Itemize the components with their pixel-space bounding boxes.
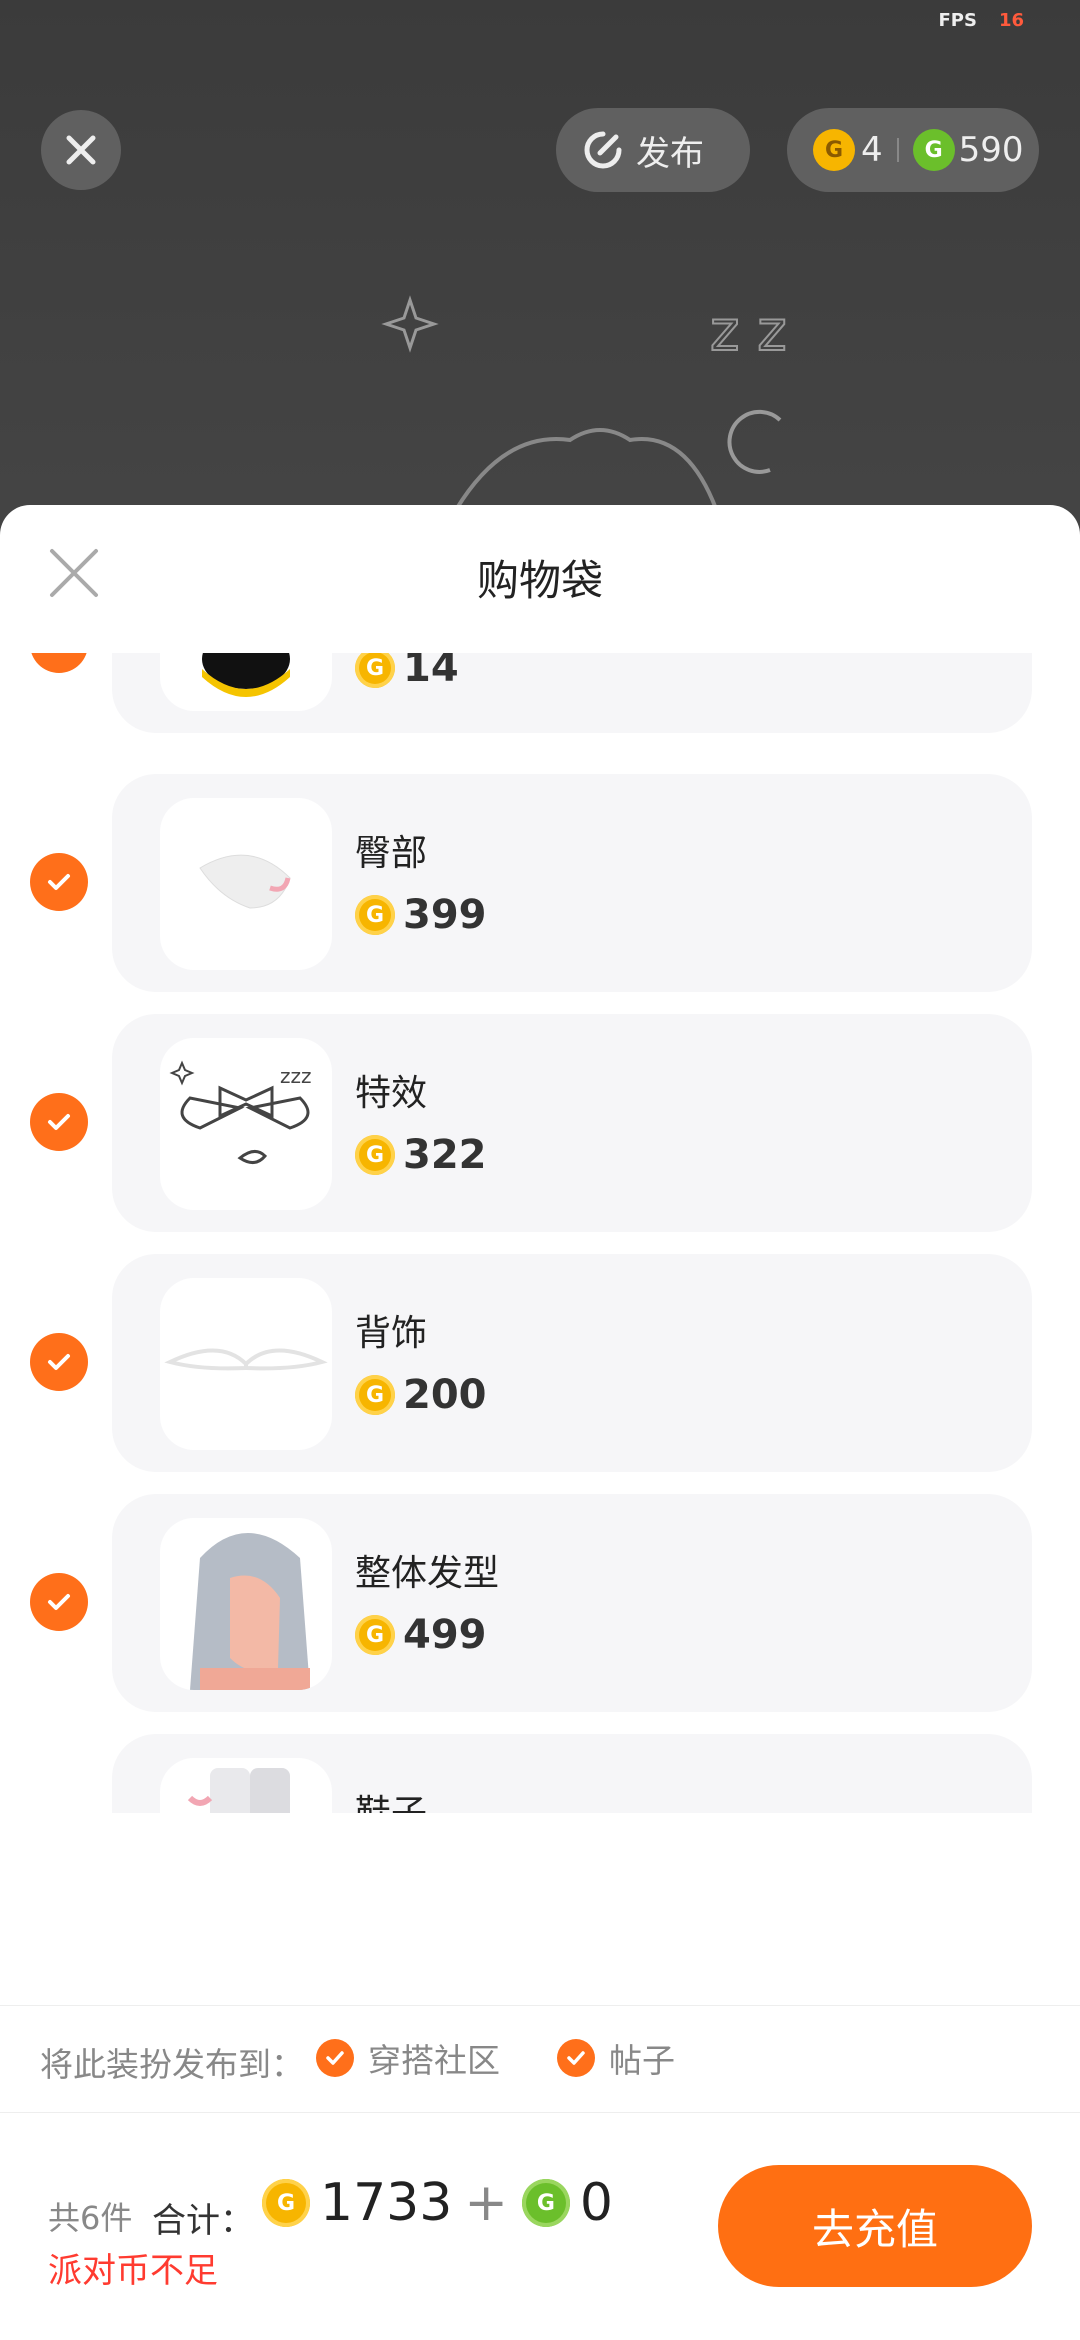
fps-counter: FPS 16: [938, 10, 1024, 31]
shopping-bag-sheet: 购物袋 G 14 臀部 G 399 zzz 特效 G 322 背饰 G 200 …: [0, 505, 1080, 2340]
gold-coin-icon: G: [355, 1615, 395, 1655]
green-coin-icon: G: [912, 129, 955, 171]
item-name: 臀部: [355, 833, 428, 874]
check-icon: [557, 2039, 595, 2077]
item-thumbnail: [160, 798, 332, 970]
check-icon: [48, 874, 70, 890]
green-total: 0: [579, 2173, 614, 2233]
item-thumbnail: zzz: [160, 1038, 332, 1210]
green-coin-icon: G: [521, 2179, 570, 2227]
green-coin-count: 590: [958, 130, 1024, 170]
gold-coin-count: 4: [861, 130, 883, 170]
check-icon: [316, 2039, 354, 2077]
item-count: 共6件: [48, 2199, 133, 2237]
insufficient-coins-warning: 派对币不足: [48, 2251, 218, 2291]
publish-to-label: 将此装扮发布到：: [40, 2045, 304, 2084]
total-label: 合计：: [152, 2201, 254, 2241]
svg-text:zzz: zzz: [280, 1064, 312, 1088]
divider: [896, 138, 899, 162]
item-price: G 14: [355, 653, 459, 691]
tail-icon: [199, 854, 291, 909]
item-name: 整体发型: [355, 1553, 500, 1594]
boots-icon: [187, 1768, 290, 1813]
gold-coin-icon: G: [355, 895, 395, 935]
sheet-title: 购物袋: [476, 556, 603, 605]
scene-sketch-icon: z z: [381, 295, 788, 520]
cart-item[interactable]: 鞋子 G 299: [112, 1734, 1032, 1813]
publish-option-community[interactable]: 穿搭社区: [316, 2034, 500, 2082]
hair-icon: [190, 1533, 310, 1690]
item-thumbnail: [160, 1758, 332, 1813]
total-price: G 1733 + G 0: [262, 2173, 613, 2233]
gold-coin-icon: G: [262, 2179, 310, 2227]
close-icon: [66, 135, 96, 165]
item-thumbnail: [160, 653, 332, 711]
cart-item[interactable]: 臀部 G 399: [112, 774, 1032, 992]
close-scene-button[interactable]: [41, 110, 121, 190]
ball-icon: [202, 653, 290, 697]
item-thumbnail: [160, 1518, 332, 1690]
cart-item[interactable]: G 14: [112, 653, 1032, 733]
cart-item-list[interactable]: G 14 臀部 G 399 zzz 特效 G 322 背饰 G 200 整体发型…: [0, 653, 1080, 1813]
publish-label: 发布: [636, 133, 704, 174]
item-price: G 499: [355, 1612, 487, 1658]
publish-button[interactable]: 发布: [556, 108, 750, 192]
gold-coin-icon: G: [355, 1135, 395, 1175]
effect-icon: zzz: [169, 1060, 312, 1164]
item-checkbox[interactable]: [30, 1333, 88, 1391]
recharge-button[interactable]: 去充值: [718, 2165, 1032, 2287]
gold-coin-icon: G: [813, 129, 855, 171]
checkout-footer: 共6件 合计： G 1733 + G 0 派对币不足 去充值: [0, 2111, 1080, 2340]
wings-icon: [164, 1348, 328, 1371]
item-price: G 399: [355, 892, 487, 938]
item-name: 鞋子: [355, 1784, 427, 1813]
gold-coin-icon: G: [355, 653, 395, 688]
item-name: 背饰: [355, 1313, 428, 1354]
check-icon: [48, 1594, 70, 1610]
item-checkbox[interactable]: [30, 1573, 88, 1631]
publish-option-post[interactable]: 帖子: [557, 2034, 675, 2082]
cart-item[interactable]: 背饰 G 200: [112, 1254, 1032, 1472]
scene-background: FPS 16 发布 G 4 G 590 z z: [0, 0, 1080, 560]
item-checkbox[interactable]: [30, 853, 88, 911]
cart-item[interactable]: zzz 特效 G 322: [112, 1014, 1032, 1232]
publish-icon: [584, 131, 622, 169]
item-name: 特效: [355, 1073, 428, 1114]
cart-item[interactable]: 整体发型 G 499: [112, 1494, 1032, 1712]
item-thumbnail: [160, 1278, 332, 1450]
publish-options: 将此装扮发布到： 穿搭社区 帖子: [0, 2005, 1080, 2113]
plus-sign: +: [464, 2173, 508, 2233]
item-checkbox[interactable]: [30, 1093, 88, 1151]
currency-balance[interactable]: G 4 G 590: [787, 108, 1039, 192]
gold-coin-icon: G: [355, 1375, 395, 1415]
item-price: G 200: [355, 1372, 487, 1418]
check-icon: [48, 1114, 70, 1130]
gold-total: 1733: [320, 2173, 453, 2233]
item-price: G 322: [355, 1132, 487, 1178]
check-icon: [48, 1354, 70, 1370]
sheet-header: 购物袋: [0, 505, 1080, 653]
item-checkbox[interactable]: [30, 653, 88, 673]
svg-text:z z: z z: [710, 299, 787, 364]
